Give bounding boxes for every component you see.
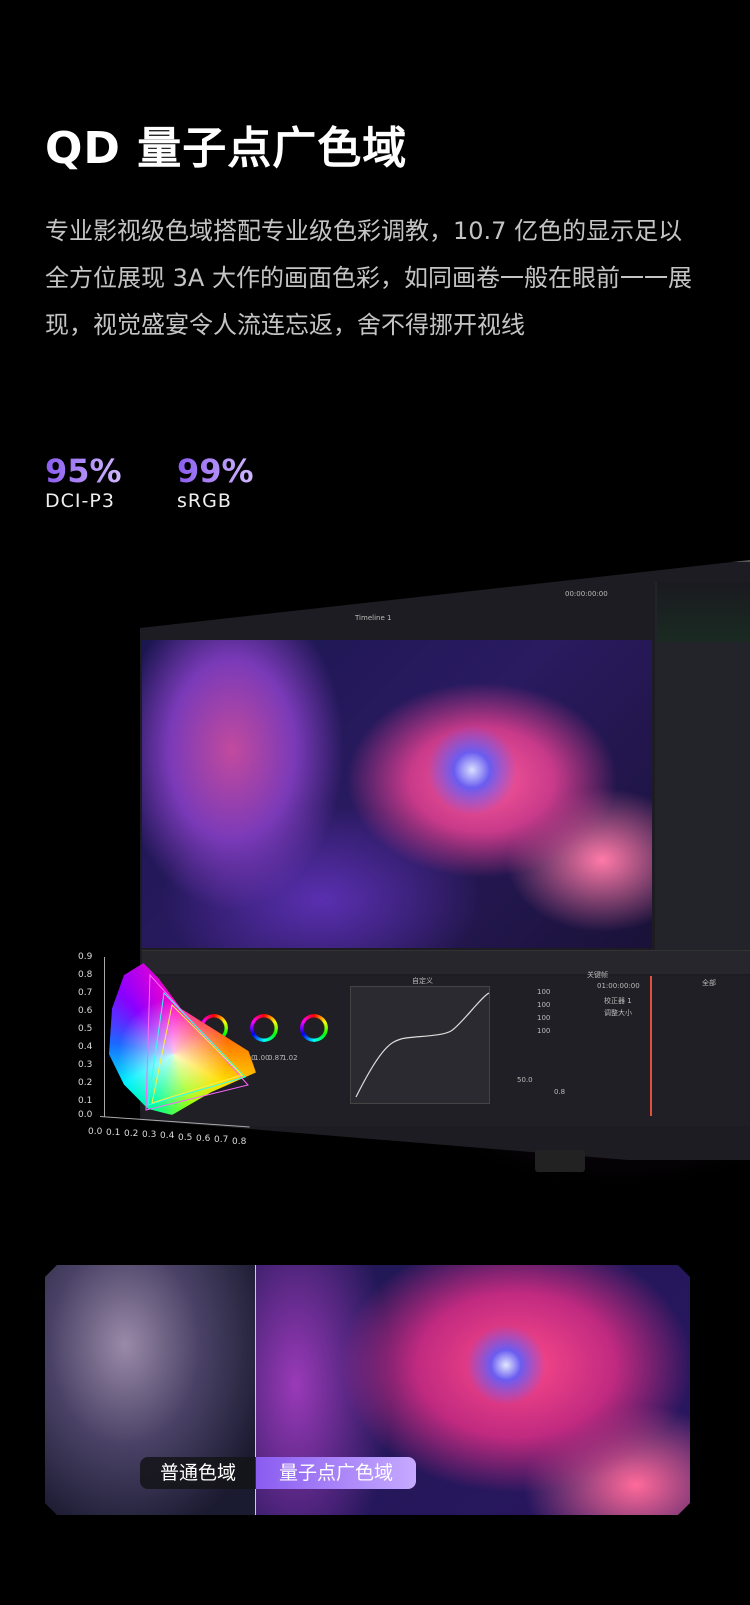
y-tick: 0.1	[78, 1096, 93, 1106]
playhead[interactable]	[650, 976, 652, 1116]
x-tick: 0.7	[214, 1135, 229, 1145]
channel-value: 100	[537, 1027, 551, 1035]
histogram	[657, 582, 750, 642]
x-tick: 0.8	[232, 1137, 247, 1147]
y-tick: 0.6	[78, 1006, 93, 1016]
channel-value: 100	[537, 1001, 551, 1009]
x-tick: 0.3	[142, 1130, 157, 1140]
stat-dci-p3: 95% DCI-P3	[45, 452, 122, 512]
x-tick: 0.4	[160, 1131, 175, 1141]
y-tick: 0.9	[78, 952, 93, 962]
keyframes-label: 关键帧	[587, 971, 608, 979]
y-tick: 0.3	[78, 1060, 93, 1070]
color-wheel-gain[interactable]	[300, 1014, 328, 1042]
inspector-panel	[655, 582, 750, 962]
description: 专业影视级色域搭配专业级色彩调教，10.7 亿色的显示足以全方位展现 3A 大作…	[45, 217, 692, 339]
qd-gamut-label: 量子点广色域	[256, 1457, 416, 1489]
curve-line	[355, 992, 490, 1098]
keyframe-filter[interactable]: 全部	[702, 978, 716, 988]
stat-value: 99%	[177, 452, 254, 490]
channel-value: 100	[537, 1014, 551, 1022]
timecode: 00:00:00:00	[565, 590, 608, 598]
channel-value: 100	[537, 988, 551, 996]
stat-label: DCI-P3	[45, 490, 115, 512]
x-tick: 0.2	[124, 1129, 139, 1139]
timeline-name: Timeline 1	[355, 614, 392, 622]
x-tick: 0.1	[106, 1128, 121, 1138]
y-tick: 0.8	[78, 970, 93, 980]
soft-clip-value: 50.0	[517, 1076, 533, 1084]
monitor-stand	[535, 1150, 585, 1172]
stat-srgb: 99% sRGB	[177, 452, 254, 512]
y-tick: 0.5	[78, 1024, 93, 1034]
y-tick: 0.0	[78, 1110, 93, 1120]
keyframe-timecode: 01:00:00:00	[597, 982, 640, 990]
stat-label: sRGB	[177, 490, 232, 512]
y-tick: 0.7	[78, 988, 93, 998]
stat-value: 95%	[45, 452, 122, 490]
page-title: QD 量子点广色域	[45, 123, 408, 174]
wheel-value: 1.02	[282, 1054, 298, 1062]
x-tick: 0.5	[178, 1133, 193, 1143]
video-preview	[142, 640, 652, 948]
node-item[interactable]: 调整大小	[604, 1008, 632, 1018]
soft-clip-value: 0.8	[554, 1088, 566, 1096]
cie-chromaticity-diagram: 0.9 0.8 0.7 0.6 0.5 0.4 0.3 0.2 0.1 0.0 …	[70, 945, 260, 1160]
node-item[interactable]: 校正器 1	[604, 996, 632, 1006]
y-tick: 0.2	[78, 1078, 93, 1088]
standard-gamut-label: 普通色域	[140, 1457, 256, 1489]
x-tick: 0.0	[88, 1127, 103, 1137]
x-tick: 0.6	[196, 1134, 211, 1144]
y-tick: 0.4	[78, 1042, 93, 1052]
curves-graph[interactable]	[350, 986, 490, 1104]
curve-mode[interactable]: 自定义	[412, 976, 433, 986]
